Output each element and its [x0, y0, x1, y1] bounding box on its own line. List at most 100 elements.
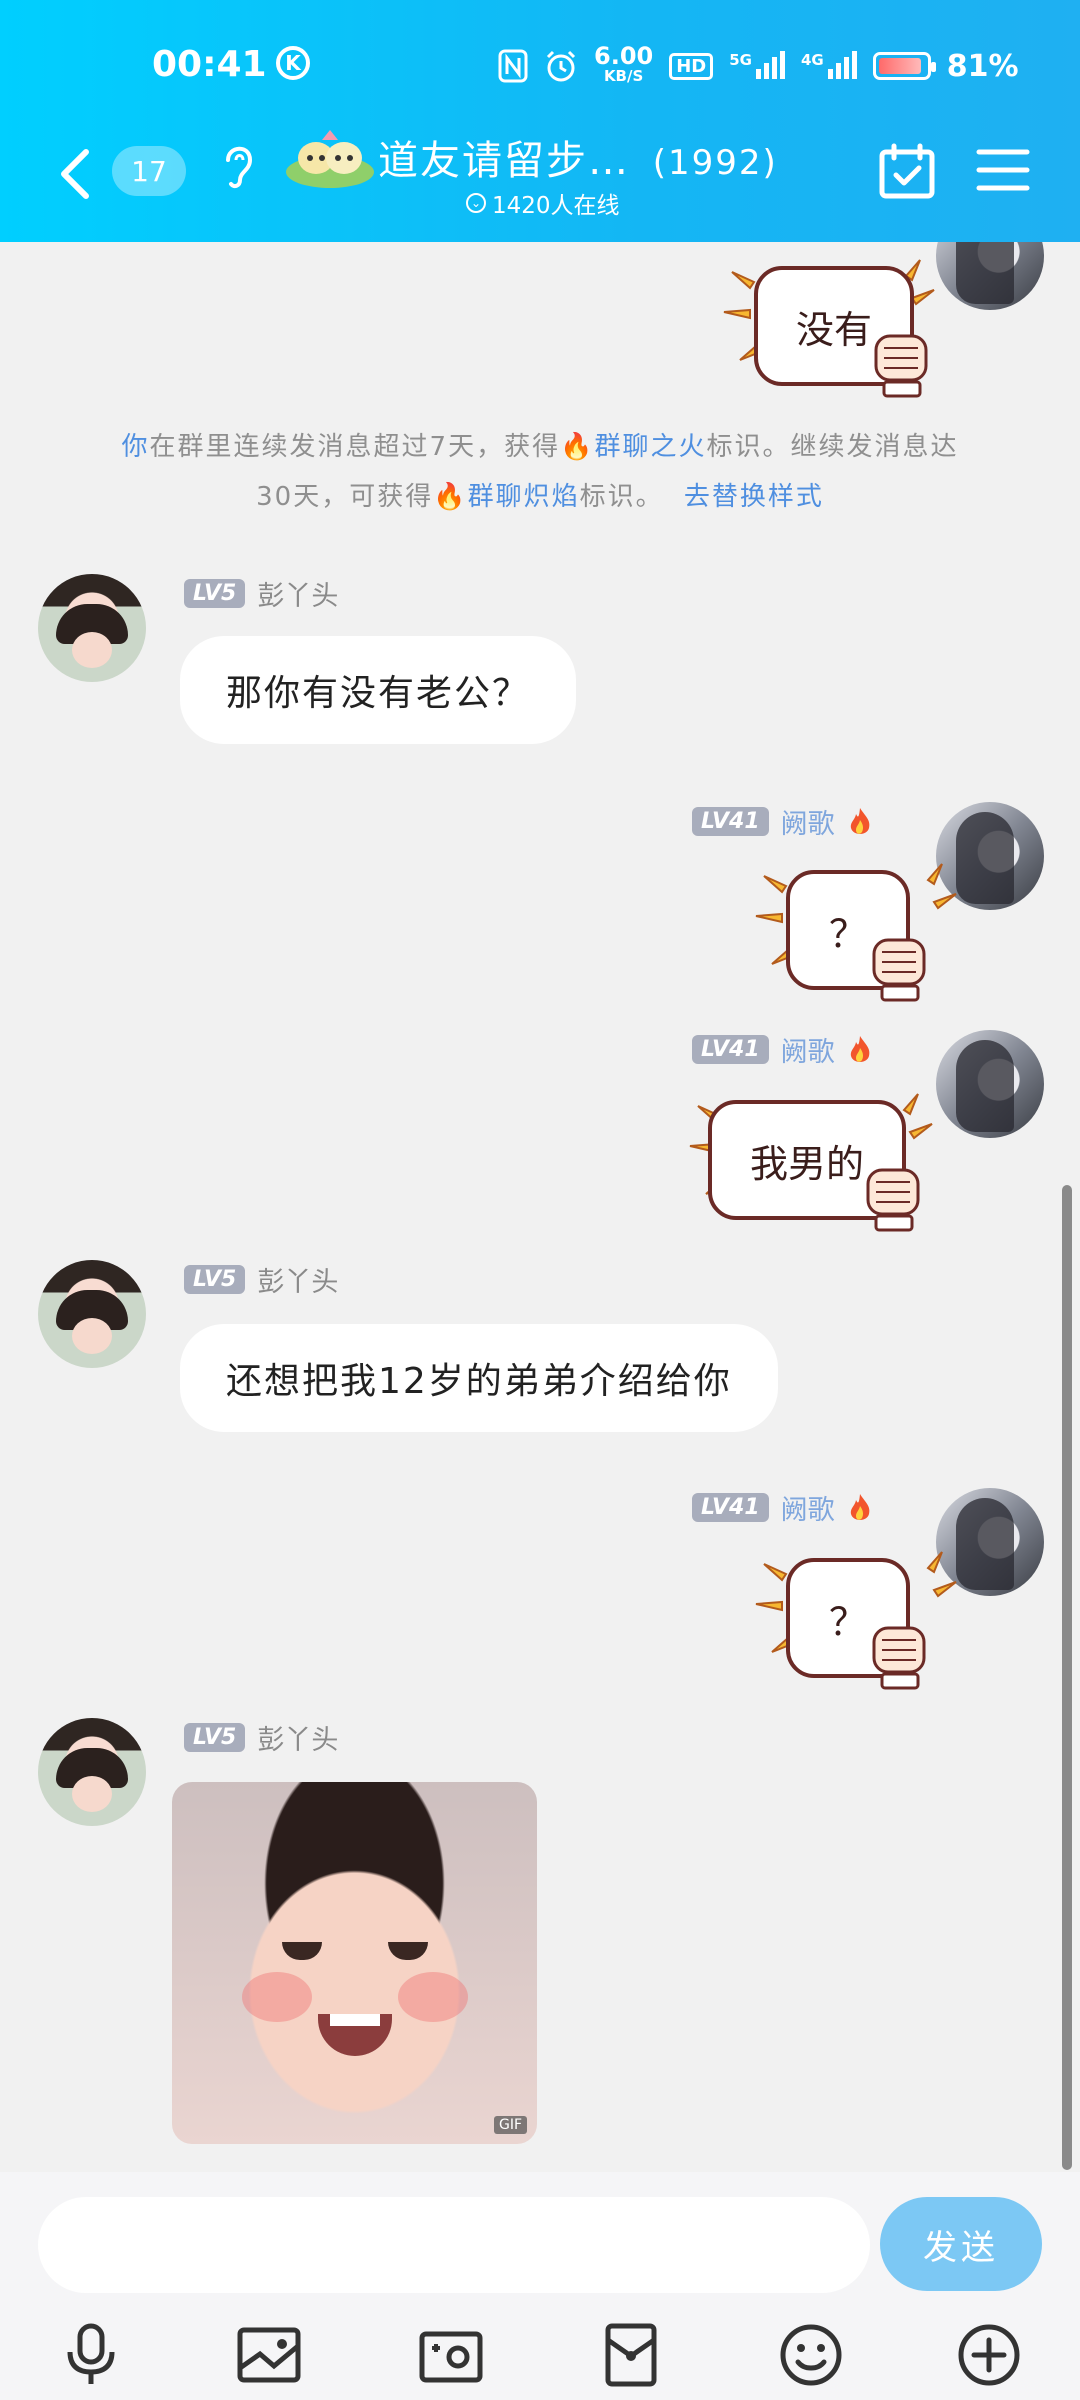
tip-text: 标识。继续发消息达	[706, 432, 959, 462]
group-member-count: (1992)	[652, 143, 778, 183]
fire-icon	[850, 1493, 870, 1520]
online-count-text: 1420人在线	[492, 193, 620, 219]
sticker-message[interactable]: ？	[752, 1534, 962, 1694]
tip-text: 标识。	[579, 482, 664, 512]
title-bar: 17 道友请留步… (1992) ⌄ 1420人在线	[0, 120, 1080, 230]
back-icon[interactable]	[56, 146, 96, 202]
sender-info: LV41 阙歌	[692, 1488, 873, 1527]
sender-nickname[interactable]: 彭丫头	[257, 1718, 338, 1757]
message-list[interactable]: 没有 你在群里连续发消息超过7天，获得🔥群聊之火标识。继续发消息达 30天，可获…	[0, 242, 1080, 2172]
system-tip-line1: 你在群里连续发消息超过7天，获得🔥群聊之火标识。继续发消息达	[60, 422, 1020, 472]
sticker-message[interactable]: 没有	[720, 242, 940, 402]
emoji-icon[interactable]	[778, 2322, 844, 2388]
text-message[interactable]: 还想把我12岁的弟弟介绍给你	[180, 1324, 778, 1432]
red-packet-icon[interactable]	[598, 2322, 664, 2388]
sender-nickname[interactable]: 阙歌	[781, 1488, 835, 1527]
tip-you: 你	[121, 432, 150, 462]
send-button[interactable]: 发送	[880, 2197, 1042, 2291]
network-4g-label: 4G	[800, 51, 824, 69]
ear-icon[interactable]	[218, 138, 258, 194]
sticker-text: ？	[828, 1599, 867, 1644]
sender-nickname[interactable]: 阙歌	[781, 802, 835, 841]
fist-icon	[874, 334, 928, 398]
gif-badge: GIF	[493, 2116, 527, 2134]
tip-text: 在群里连续发消息超过7天，获得	[149, 432, 561, 462]
sticker-message[interactable]: ？	[752, 846, 962, 1006]
sticker-message[interactable]: 我男的	[686, 1076, 936, 1236]
chevron-down-icon: ⌄	[466, 193, 486, 213]
fire-icon	[850, 1035, 870, 1062]
network-5g-label: 5G	[729, 51, 752, 69]
sticker-text: 我男的	[749, 1141, 864, 1186]
tip-link-fire[interactable]: 群聊之火	[594, 432, 706, 462]
microphone-icon[interactable]	[58, 2322, 124, 2388]
status-time: 00:41	[152, 44, 267, 85]
avatar[interactable]	[38, 1260, 146, 1368]
sender-info: LV5 彭丫头	[184, 1260, 338, 1299]
message-text: 那你有没有老公？	[226, 673, 531, 714]
avatar[interactable]	[38, 1718, 146, 1826]
level-badge: LV41	[692, 807, 769, 836]
fire-icon: 🔥	[433, 482, 468, 512]
online-count[interactable]: ⌄ 1420人在线	[466, 186, 620, 220]
status-indicators: 6.00 KB/S HD 5G 4G 81%	[498, 42, 1019, 86]
sticker-text: 没有	[795, 307, 872, 352]
speed-value: 6.00	[594, 42, 654, 70]
level-badge: LV5	[184, 1723, 246, 1752]
fist-icon	[872, 938, 926, 1002]
scrollbar[interactable]	[1062, 1185, 1072, 2170]
text-message[interactable]: 那你有没有老公？	[180, 636, 577, 744]
sticker-text: ？	[828, 911, 867, 956]
replace-style-link[interactable]: 去替换样式	[684, 482, 824, 512]
sender-nickname[interactable]: 彭丫头	[257, 1260, 338, 1299]
menu-icon[interactable]	[976, 148, 1030, 192]
system-tip: 你在群里连续发消息超过7天，获得🔥群聊之火标识。继续发消息达 30天，可获得🔥群…	[60, 422, 1020, 522]
level-badge: LV5	[184, 579, 246, 608]
sender-info: LV5 彭丫头	[184, 1718, 338, 1757]
nfc-icon	[498, 49, 528, 83]
avatar[interactable]	[38, 574, 146, 682]
battery-percent: 81%	[946, 48, 1019, 84]
sender-nickname[interactable]: 彭丫头	[257, 574, 338, 613]
fist-icon	[866, 1168, 920, 1232]
fist-icon	[872, 1626, 926, 1690]
plus-icon[interactable]	[956, 2322, 1022, 2388]
unread-count-badge[interactable]: 17	[112, 146, 186, 196]
signal-bars-icon	[827, 51, 857, 79]
checkin-calendar-icon[interactable]	[878, 142, 936, 200]
avatar[interactable]	[936, 1030, 1044, 1138]
level-badge: LV41	[692, 1493, 769, 1522]
group-name: 道友请留步…	[378, 138, 630, 184]
alarm-icon	[546, 50, 576, 82]
chat-screen: 00:41 K 6.00 KB/S HD 5G 4G 81% 17 道友请留步……	[0, 0, 1080, 2400]
network-speed: 6.00 KB/S	[594, 42, 654, 86]
level-badge: LV5	[184, 1265, 246, 1294]
group-emblem-icon	[286, 130, 374, 188]
header: 00:41 K 6.00 KB/S HD 5G 4G 81% 17 道友请留步……	[0, 0, 1080, 242]
battery-icon	[872, 52, 936, 80]
fire-icon	[850, 807, 870, 834]
signal-bars-icon	[755, 51, 785, 79]
gif-image-message[interactable]: GIF	[172, 1782, 537, 2144]
system-tip-line2: 30天，可获得🔥群聊炽焰标识。 去替换样式	[60, 472, 1020, 522]
message-input[interactable]	[38, 2197, 870, 2293]
avatar[interactable]	[936, 242, 1044, 310]
camera-icon[interactable]	[418, 2322, 484, 2388]
signal-4g: 4G	[801, 51, 857, 81]
photo-icon[interactable]	[236, 2322, 302, 2388]
group-title[interactable]: 道友请留步… (1992)	[378, 128, 778, 186]
sender-nickname[interactable]: 阙歌	[781, 1030, 835, 1069]
input-bar: 发送	[0, 2172, 1080, 2400]
sender-info: LV41 阙歌	[692, 802, 873, 841]
tip-text: 30天，可获得	[256, 482, 434, 512]
k-icon: K	[276, 46, 310, 80]
hd-badge: HD	[669, 52, 714, 80]
signal-5g: 5G	[729, 51, 785, 81]
level-badge: LV41	[692, 1035, 769, 1064]
tip-link-blaze[interactable]: 群聊炽焰	[468, 482, 580, 512]
fire-icon: 🔥	[560, 432, 595, 462]
message-text: 还想把我12岁的弟弟介绍给你	[226, 1361, 732, 1402]
sender-info: LV41 阙歌	[692, 1030, 873, 1069]
sender-info: LV5 彭丫头	[184, 574, 338, 613]
status-bar: 00:41 K 6.00 KB/S HD 5G 4G 81%	[0, 40, 1080, 100]
